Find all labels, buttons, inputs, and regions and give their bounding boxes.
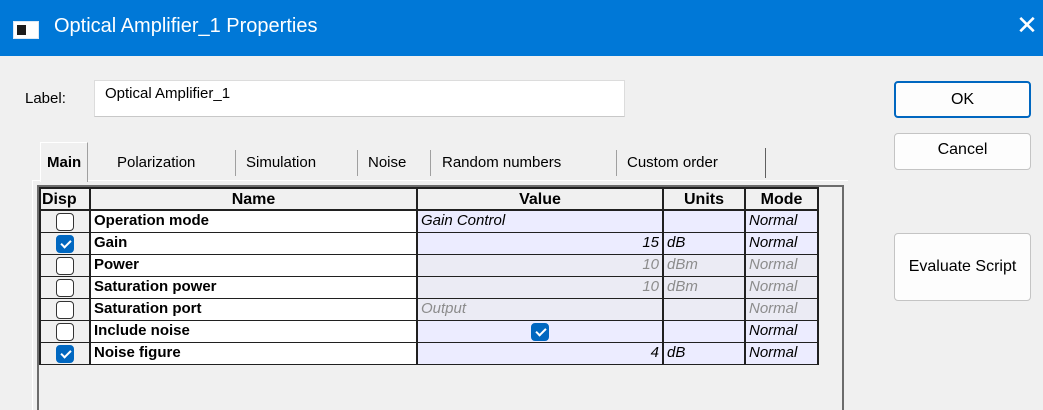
param-name: Saturation power — [89, 276, 418, 299]
param-value-cell: 10 — [416, 254, 664, 277]
disp-cell — [39, 254, 91, 277]
header-disp[interactable]: Disp — [39, 187, 91, 211]
table-row: Gain 15 dB Normal — [39, 232, 819, 255]
tab-simulation[interactable]: Simulation — [246, 147, 316, 177]
tab-main[interactable]: Main — [40, 142, 89, 182]
param-name: Include noise — [89, 320, 418, 343]
param-mode[interactable]: Normal — [744, 342, 819, 365]
window-app-icon — [13, 21, 39, 39]
properties-grid: Disp Name Value Units Mode Operation mod… — [37, 185, 844, 410]
title-bar: Optical Amplifier_1 Properties ✕ — [0, 0, 1043, 56]
table-row: Noise figure 4 dB Normal — [39, 342, 819, 365]
disp-checkbox[interactable] — [56, 256, 74, 275]
tab-noise[interactable]: Noise — [368, 147, 406, 177]
param-name: Power — [89, 254, 418, 277]
tab-polarization[interactable]: Polarization — [117, 147, 195, 177]
table-row: Saturation port Output Normal — [39, 298, 819, 321]
param-units: dBm — [662, 276, 746, 299]
disp-cell — [39, 276, 91, 299]
param-value-cell: 10 — [416, 276, 664, 299]
param-name: Noise figure — [89, 342, 418, 365]
disp-checkbox[interactable] — [56, 322, 74, 341]
disp-checkbox[interactable] — [56, 300, 74, 319]
evaluate-script-button[interactable]: Evaluate Script — [894, 233, 1031, 301]
param-value-cell[interactable]: 4 — [416, 342, 664, 365]
cancel-button[interactable]: Cancel — [894, 133, 1031, 170]
header-units[interactable]: Units — [662, 187, 746, 211]
param-mode: Normal — [744, 276, 819, 299]
header-value[interactable]: Value — [416, 187, 664, 211]
header-mode[interactable]: Mode — [744, 187, 819, 211]
label-caption: Label: — [25, 90, 66, 107]
param-mode[interactable]: Normal — [744, 210, 819, 233]
disp-checkbox[interactable] — [56, 212, 74, 231]
table-row: Power 10 dBm Normal — [39, 254, 819, 277]
properties-table: Disp Name Value Units Mode Operation mod… — [39, 187, 819, 365]
disp-checkbox[interactable] — [56, 234, 74, 253]
param-units: dB — [662, 342, 746, 365]
ok-button[interactable]: OK — [894, 81, 1031, 118]
param-units — [662, 298, 746, 321]
param-mode: Normal — [744, 254, 819, 277]
param-mode: Normal — [744, 298, 819, 321]
window-title: Optical Amplifier_1 Properties — [54, 15, 318, 37]
param-units — [662, 210, 746, 233]
disp-cell — [39, 232, 91, 255]
param-name: Operation mode — [89, 210, 418, 233]
tab-custom-order[interactable]: Custom order — [627, 147, 718, 177]
param-value-cell: Output — [416, 298, 664, 321]
tab-random-numbers[interactable]: Random numbers — [442, 147, 561, 177]
disp-cell — [39, 320, 91, 343]
table-row: Include noise Normal — [39, 320, 819, 343]
disp-cell — [39, 210, 91, 233]
param-mode[interactable]: Normal — [744, 232, 819, 255]
disp-checkbox[interactable] — [56, 344, 74, 363]
param-mode[interactable]: Normal — [744, 320, 819, 343]
disp-cell — [39, 298, 91, 321]
param-units — [662, 320, 746, 343]
param-units: dBm — [662, 254, 746, 277]
param-units: dB — [662, 232, 746, 255]
param-value-cell[interactable]: Gain Control — [416, 210, 664, 233]
table-row: Saturation power 10 dBm Normal — [39, 276, 819, 299]
param-name: Saturation port — [89, 298, 418, 321]
header-name[interactable]: Name — [89, 187, 418, 211]
param-value-cell[interactable]: 15 — [416, 232, 664, 255]
disp-cell — [39, 342, 91, 365]
param-value-cell — [416, 320, 664, 343]
table-row: Operation mode Gain Control Normal — [39, 210, 819, 233]
close-icon[interactable]: ✕ — [1015, 12, 1039, 38]
label-input[interactable] — [94, 80, 625, 117]
param-name: Gain — [89, 232, 418, 255]
include-noise-checkbox[interactable] — [531, 322, 549, 341]
disp-checkbox[interactable] — [56, 278, 74, 297]
